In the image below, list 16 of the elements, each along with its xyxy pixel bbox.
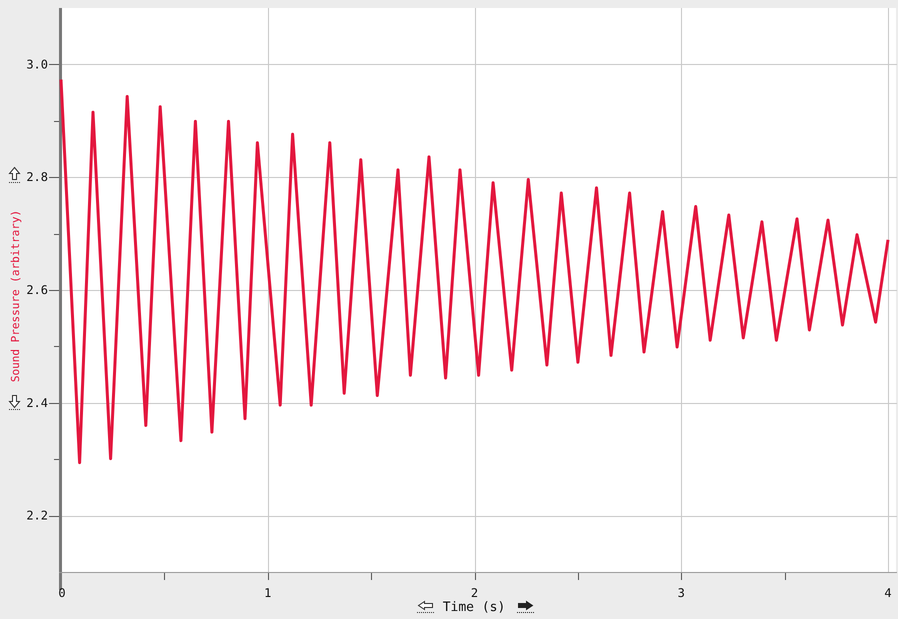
x-tick-label: 2 [470, 586, 478, 600]
y-axis-title: Sound Pressure (arbitrary) [9, 210, 22, 382]
up-arrow-icon[interactable] [8, 166, 22, 183]
y-tick-label: 2.2 [26, 508, 48, 523]
x-tick-label: 3 [678, 586, 685, 600]
y-tick-label: 2.6 [26, 283, 48, 297]
y-tick-label: 2.8 [26, 170, 48, 184]
x-tick-label: 1 [264, 586, 272, 600]
x-tick-label: 4 [884, 586, 892, 600]
y-tick-label: 2.4 [26, 396, 48, 410]
x-axis-title: Time (s) [442, 600, 506, 615]
down-arrow-icon[interactable] [8, 395, 22, 410]
right-arrow-icon[interactable] [516, 600, 534, 613]
left-arrow-icon[interactable] [416, 600, 434, 613]
x-tick-label: 0 [58, 586, 66, 600]
y-tick-label: 3.0 [26, 57, 48, 72]
